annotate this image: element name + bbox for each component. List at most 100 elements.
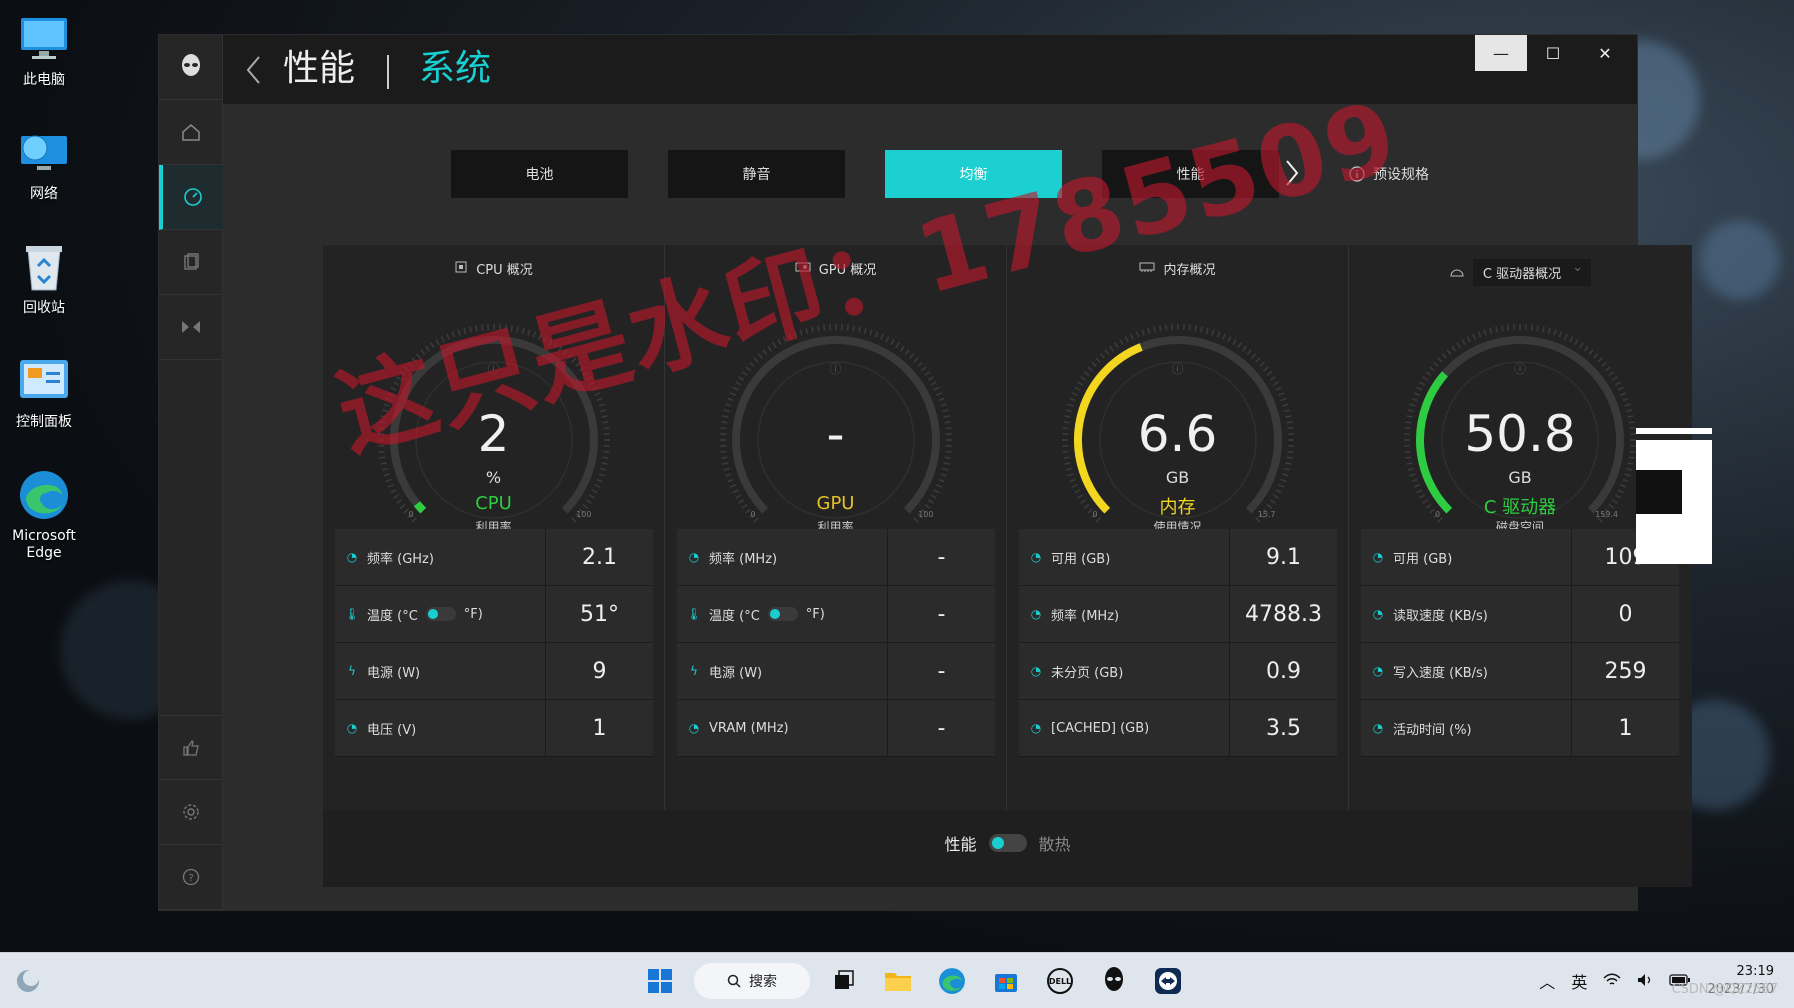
mode-performance-button[interactable]: 性能	[1102, 150, 1279, 198]
thermometer-icon: 🌡︎	[686, 607, 702, 621]
desktop-icon-this-pc[interactable]: 此电脑	[6, 8, 82, 120]
page-subtitle[interactable]: 系统	[419, 45, 491, 93]
volume-icon[interactable]	[1637, 972, 1653, 991]
drive-select-dropdown[interactable]: C 驱动器概况	[1472, 259, 1592, 286]
maximize-button[interactable]: ☐	[1527, 35, 1579, 71]
table-row: ◔ 可用 (GB) 109	[1361, 529, 1679, 586]
lightning-icon: ϟ	[348, 664, 356, 678]
chevron-right-icon[interactable]	[1283, 158, 1301, 192]
power-mode-tabs: 电池 静音 均衡 性能	[451, 150, 1319, 198]
dell-icon[interactable]: DELL	[1040, 961, 1080, 1001]
gauge-tick	[1279, 397, 1287, 402]
desktop-icon-recycle-bin[interactable]: 回收站	[6, 236, 82, 348]
temperature-unit-toggle[interactable]	[767, 607, 798, 621]
file-explorer-icon[interactable]	[878, 961, 918, 1001]
gauge-tick	[816, 325, 820, 332]
desktop-icon-control-panel[interactable]: 控制面板	[6, 350, 82, 462]
preset-specs-label: 预设规格	[1373, 167, 1429, 183]
table-row: ◔ 可用 (GB) 9.1	[1019, 529, 1337, 586]
gauge-info-icon[interactable]: ⓘ	[1400, 360, 1640, 377]
help-icon[interactable]: ?	[159, 845, 223, 910]
gpu-card-icon	[795, 261, 811, 277]
lighting-nav-icon[interactable]	[159, 295, 223, 360]
view-mode-switch[interactable]	[988, 834, 1027, 852]
gauge-tick	[846, 324, 849, 331]
gauge-tick	[942, 462, 950, 465]
desktop-icon-label: 此电脑	[23, 72, 65, 88]
mode-battery-button[interactable]: 电池	[451, 150, 628, 198]
task-view-icon[interactable]	[824, 961, 864, 1001]
gauge-tick	[1152, 326, 1156, 333]
chevron-up-icon[interactable]: ︿	[1539, 969, 1555, 993]
gauge-tick	[723, 467, 730, 471]
row-label: 电源 (W)	[367, 665, 421, 681]
row-value: 1	[1618, 715, 1633, 741]
gauge-tick	[894, 342, 900, 349]
edge-browser-icon[interactable]	[932, 961, 972, 1001]
row-label: 读取速度 (KB/s)	[1393, 608, 1488, 624]
gauge-tick	[1108, 345, 1114, 352]
gauge-tick	[933, 386, 940, 391]
gpu-usage-value: -	[826, 405, 845, 463]
row-label: 电压 (V)	[367, 722, 417, 738]
mode-balanced-button[interactable]: 均衡	[885, 150, 1062, 198]
gauge-tick	[1158, 325, 1162, 332]
gauge-tick	[1461, 339, 1466, 346]
gauge-info-icon[interactable]: ⓘ	[716, 360, 956, 377]
back-chevron-icon[interactable]	[243, 53, 265, 91]
settings-gear-icon[interactable]	[159, 780, 223, 845]
table-row: 🌡︎ 温度 (°C °F) -	[677, 586, 995, 643]
gauge-tick	[874, 331, 878, 338]
taskbar-search-button[interactable]: 搜索	[694, 963, 810, 999]
teamviewer-icon[interactable]	[1148, 961, 1188, 1001]
memory-overview-header: 内存概况	[1007, 259, 1348, 278]
search-icon	[727, 974, 741, 988]
thumbs-up-icon[interactable]	[159, 715, 223, 780]
memory-usage-value: 6.6	[1137, 405, 1218, 463]
desktop-icon-network[interactable]: 网络	[6, 122, 82, 234]
alienware-command-center-icon[interactable]	[1094, 961, 1134, 1001]
row-label: 可用 (GB)	[1051, 551, 1111, 567]
gauge-tick	[1269, 376, 1276, 381]
gauge-tick	[526, 329, 531, 336]
gauge-info-icon[interactable]: ⓘ	[1058, 360, 1298, 377]
drive-overview-header: C 驱动器概况	[1349, 259, 1691, 286]
gauge-tick	[937, 478, 945, 483]
gauge-tick	[1231, 339, 1237, 346]
library-nav-icon[interactable]	[159, 230, 223, 295]
gauge-tick	[782, 336, 787, 343]
row-value: 259	[1604, 658, 1647, 684]
gauge-tick	[810, 326, 814, 333]
desktop-icon-edge[interactable]: Microsoft Edge	[6, 464, 82, 576]
gauge-tick	[1483, 329, 1487, 336]
gauge-tick	[863, 327, 867, 334]
alienware-logo-icon[interactable]	[159, 35, 223, 100]
gauge-tick	[384, 397, 392, 402]
gauge-tick	[1620, 392, 1627, 396]
ime-indicator[interactable]: 英	[1571, 969, 1587, 993]
clock-time: 23:19	[1736, 964, 1774, 979]
performance-nav-item[interactable]	[159, 165, 223, 230]
widgets-icon[interactable]	[14, 967, 42, 999]
mode-quiet-button[interactable]: 静音	[668, 150, 845, 198]
gauge-tick	[1558, 331, 1563, 338]
gauge-tick	[822, 324, 825, 331]
microsoft-store-icon[interactable]	[986, 961, 1026, 1001]
gauge-tick	[851, 325, 855, 332]
gauge-tick	[1569, 336, 1574, 343]
gauge-tick	[1076, 381, 1083, 386]
gauge-info-icon[interactable]: ⓘ	[374, 360, 614, 377]
gauge-tick	[429, 342, 435, 349]
wifi-icon[interactable]	[1603, 972, 1621, 991]
start-windows-icon[interactable]	[640, 961, 680, 1001]
minimize-button[interactable]: —	[1475, 35, 1527, 71]
temperature-unit-toggle[interactable]	[425, 607, 456, 621]
gauge-tick	[731, 386, 738, 391]
gauge-tick	[1472, 333, 1476, 340]
close-button[interactable]: ✕	[1579, 35, 1631, 71]
home-icon[interactable]	[159, 100, 223, 165]
gauge-tick	[1495, 326, 1498, 333]
gauge-tick	[515, 326, 519, 333]
gauge-tick	[1073, 386, 1080, 391]
preset-specs-link[interactable]: 预设规格	[1349, 164, 1429, 184]
